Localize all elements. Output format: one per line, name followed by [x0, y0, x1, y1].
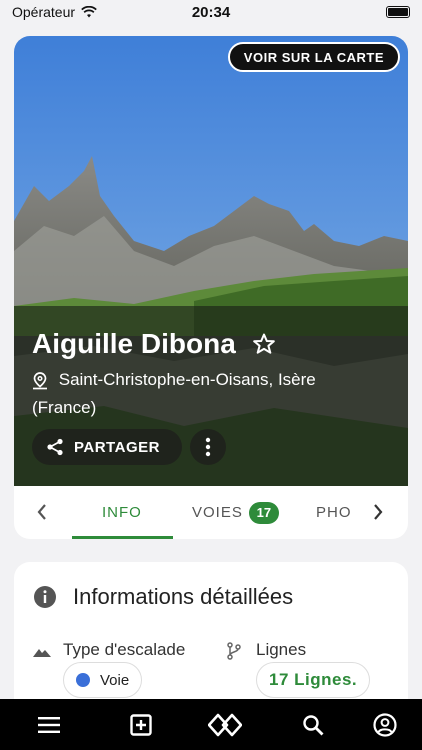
share-button[interactable]: PARTAGER [32, 429, 182, 465]
tab-voies[interactable]: VOIES 17 [192, 486, 279, 539]
climbing-type-label: Type d'escalade [63, 640, 186, 659]
bottom-navigation [0, 699, 422, 750]
climbing-type-value: Voie [100, 671, 130, 689]
branch-icon [227, 642, 241, 660]
star-outline-icon[interactable] [252, 332, 276, 356]
location-pin-icon [33, 371, 47, 389]
tab-info[interactable]: INFO [102, 486, 142, 539]
info-icon [34, 586, 56, 608]
diamond-route-icon [208, 713, 242, 736]
location: Saint-Christophe-en-Oisans, Isère (Franc… [32, 366, 362, 422]
nav-menu[interactable] [21, 699, 77, 750]
location-text: Saint-Christophe-en-Oisans, Isère (Franc… [32, 370, 316, 417]
search-icon [303, 714, 324, 735]
status-bar: Opérateur 20:34 [0, 0, 422, 24]
lines-chip[interactable]: 17 Lignes. [256, 662, 371, 698]
share-icon [47, 438, 63, 456]
more-options-button[interactable] [190, 429, 226, 465]
climbing-type-chip: Voie [63, 662, 143, 698]
hero-card: VOIR SUR LA CARTE Aiguille Dibona Saint-… [14, 36, 408, 486]
tab-bar: INFO VOIES 17 PHO [14, 486, 408, 539]
more-vert-icon [205, 437, 211, 457]
tab-photos[interactable]: PHO [316, 486, 352, 539]
lines-label: Lignes [256, 640, 307, 659]
nav-add[interactable] [113, 699, 169, 750]
tab-voies-label: VOIES [192, 504, 243, 521]
voies-count-badge: 17 [248, 501, 279, 524]
nav-routes[interactable] [197, 699, 253, 750]
clock: 20:34 [191, 3, 231, 21]
details-heading: Informations détaillées [73, 584, 294, 609]
active-tab-indicator [72, 536, 173, 539]
menu-icon [38, 716, 60, 733]
nav-account[interactable] [357, 699, 413, 750]
add-box-icon [130, 713, 152, 736]
nav-search[interactable] [285, 699, 341, 750]
terrain-icon [33, 649, 51, 657]
chevron-left-icon[interactable] [36, 502, 48, 522]
voie-color-dot [76, 673, 90, 687]
view-on-map-button[interactable]: VOIR SUR LA CARTE [227, 42, 400, 72]
tab-photos-label: PHO [316, 504, 352, 521]
chevron-right-icon[interactable] [372, 502, 384, 522]
battery-icon [386, 6, 410, 18]
account-circle-icon [373, 712, 397, 737]
tab-info-label: INFO [102, 504, 142, 521]
page-title: Aiguille Dibona [32, 328, 236, 359]
share-label: PARTAGER [74, 438, 160, 456]
